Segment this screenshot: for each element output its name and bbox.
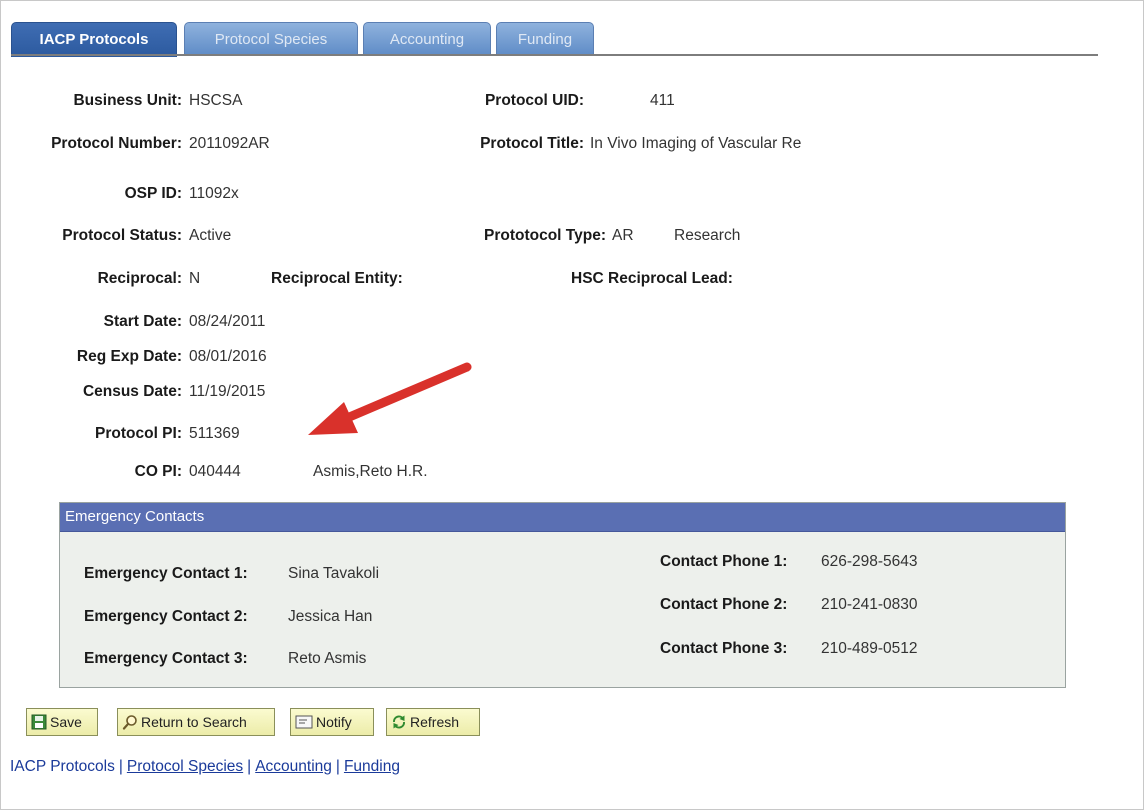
notify-label: Notify xyxy=(316,714,352,730)
census-date-value: 11/19/2015 xyxy=(189,383,266,400)
footer-separator: | xyxy=(335,758,340,775)
reg-exp-date-value: 08/01/2016 xyxy=(189,348,267,365)
red-arrow-annotation xyxy=(308,362,472,435)
footer-links: IACP Protocols | Protocol Species | Accounti… xyxy=(10,758,400,776)
protocol-type-value: AR xyxy=(612,227,634,244)
notify-button[interactable]: Notify xyxy=(290,708,374,736)
reciprocal-entity-label: Reciprocal Entity: xyxy=(271,270,403,287)
tab-label: Funding xyxy=(517,31,573,48)
tab-protocol-species[interactable]: Protocol Species xyxy=(184,22,358,55)
protocol-status-label: Protocol Status: xyxy=(62,227,182,244)
contact-phone-3-value: 210-489-0512 xyxy=(821,640,918,657)
emergency-contact-1-label: Emergency Contact 1: xyxy=(84,565,248,582)
refresh-button[interactable]: Refresh xyxy=(386,708,480,736)
protocol-uid-label: Protocol UID: xyxy=(484,92,584,109)
return-to-search-label: Return to Search xyxy=(141,714,247,730)
osp-id-label: OSP ID: xyxy=(124,185,182,202)
osp-id-value: 11092x xyxy=(189,185,239,202)
footer-link-iacp-protocols[interactable]: IACP Protocols xyxy=(10,758,115,775)
footer-link-protocol-species[interactable]: Protocol Species xyxy=(127,758,243,775)
contact-phone-1-value: 626-298-5643 xyxy=(821,553,918,570)
footer-separator: | xyxy=(247,758,252,775)
emergency-contacts-header: Emergency Contacts xyxy=(60,503,1065,532)
tab-accounting[interactable]: Accounting xyxy=(363,22,491,55)
emergency-contact-2-value: Jessica Han xyxy=(288,608,373,625)
emergency-contact-3-label: Emergency Contact 3: xyxy=(84,650,248,667)
footer-link-accounting[interactable]: Accounting xyxy=(255,758,332,775)
protocol-uid-value: 411 xyxy=(650,92,675,109)
contact-phone-2-label: Contact Phone 2: xyxy=(660,596,788,613)
tab-underline xyxy=(11,54,1098,56)
protocol-title-label: Protocol Title: xyxy=(480,135,584,152)
co-pi-name: Asmis,Reto H.R. xyxy=(313,463,428,480)
start-date-label: Start Date: xyxy=(103,313,182,330)
reciprocal-value: N xyxy=(189,270,201,287)
protocol-status-value: Active xyxy=(189,227,232,244)
business-unit-label: Business Unit: xyxy=(73,92,182,109)
tab-label: IACP Protocols xyxy=(39,31,149,48)
protocol-pi-label: Protocol PI: xyxy=(95,425,182,442)
hsc-reciprocal-lead-label: HSC Reciprocal Lead: xyxy=(571,270,733,287)
emergency-contact-1-value: Sina Tavakoli xyxy=(288,565,380,582)
emergency-contact-2-label: Emergency Contact 2: xyxy=(84,608,248,625)
emergency-contacts-section: Emergency Contacts Emergency Contact 1: … xyxy=(59,502,1066,688)
contact-phone-1-label: Contact Phone 1: xyxy=(660,553,788,570)
reciprocal-label: Reciprocal: xyxy=(97,270,182,287)
emergency-contact-3-value: Reto Asmis xyxy=(288,650,367,667)
footer-separator: | xyxy=(118,758,123,775)
co-pi-value: 040444 xyxy=(189,463,241,480)
refresh-label: Refresh xyxy=(410,714,460,730)
refresh-icon xyxy=(393,715,405,729)
tab-funding[interactable]: Funding xyxy=(496,22,594,55)
protocol-title-value: In Vivo Imaging of Vascular Re xyxy=(590,135,802,152)
footer-link-funding[interactable]: Funding xyxy=(344,758,400,775)
reg-exp-date-label: Reg Exp Date: xyxy=(76,348,182,365)
tab-label: Accounting xyxy=(389,31,465,48)
search-icon xyxy=(122,715,137,730)
return-to-search-button[interactable]: Return to Search xyxy=(117,708,275,736)
protocol-number-label: Protocol Number: xyxy=(51,135,182,152)
save-button[interactable]: Save xyxy=(26,708,98,736)
page-frame xyxy=(0,0,1144,810)
contact-phone-2-value: 210-241-0830 xyxy=(821,596,918,613)
census-date-label: Census Date: xyxy=(82,383,182,400)
contact-phone-3-label: Contact Phone 3: xyxy=(660,640,788,657)
save-icon xyxy=(31,714,47,730)
tab-label: Protocol Species xyxy=(214,31,328,48)
protocol-pi-value: 511369 xyxy=(189,425,240,442)
save-label: Save xyxy=(50,714,82,730)
protocol-type-label: Prototocol Type: xyxy=(484,227,606,244)
protocol-type-description: Research xyxy=(674,227,741,244)
tab-iacp-protocols[interactable]: IACP Protocols xyxy=(11,22,177,57)
business-unit-value: HSCSA xyxy=(189,92,243,109)
co-pi-label: CO PI: xyxy=(134,463,182,480)
protocol-number-value: 2011092AR xyxy=(189,135,270,152)
start-date-value: 08/24/2011 xyxy=(189,313,266,330)
notify-icon xyxy=(295,715,313,729)
